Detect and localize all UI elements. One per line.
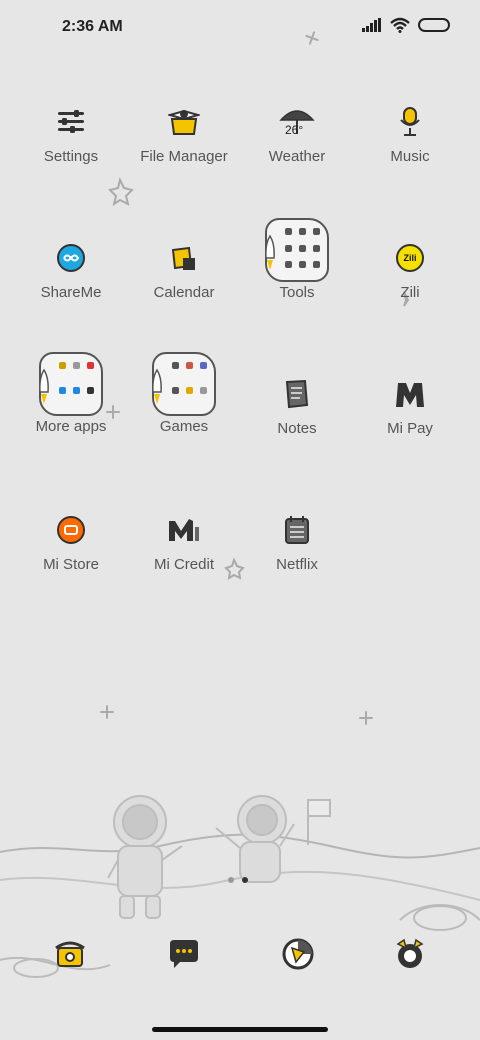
dock-messages[interactable]: [164, 934, 204, 974]
app-notes[interactable]: Notes: [241, 358, 353, 478]
phone-icon: [55, 941, 85, 967]
app-file-manager[interactable]: File Manager: [128, 86, 240, 206]
app-label: Mi Pay: [387, 420, 433, 437]
browser-icon: [282, 938, 314, 970]
app-label: Notes: [277, 420, 317, 437]
dock-camera[interactable]: [390, 934, 430, 974]
app-label: Zili: [400, 284, 420, 301]
page-dot-active[interactable]: [242, 877, 248, 883]
app-music[interactable]: Music: [354, 86, 466, 206]
app-settings[interactable]: Settings: [15, 86, 127, 206]
svg-text:Zili: Zili: [404, 253, 417, 263]
folder-icon: [148, 348, 220, 420]
status-icons: [362, 17, 450, 33]
battery-icon: [418, 18, 450, 32]
app-label: Calendar: [153, 284, 215, 301]
app-label: Weather: [268, 148, 326, 165]
rocket-icon: [39, 368, 49, 404]
page-indicator[interactable]: [228, 877, 248, 883]
page-dot[interactable]: [228, 877, 234, 883]
app-netflix[interactable]: Netflix: [241, 494, 353, 614]
app-label: ShareMe: [40, 284, 102, 301]
rocket-icon: [265, 234, 275, 270]
folder-games[interactable]: Games: [128, 344, 240, 464]
dock-phone[interactable]: [50, 934, 90, 974]
app-zili[interactable]: Zili Zili: [354, 222, 466, 342]
app-calendar[interactable]: Calendar: [128, 222, 240, 342]
app-label: Tools: [279, 284, 315, 301]
folder-icon: [35, 348, 107, 420]
app-label: Settings: [43, 148, 99, 165]
app-label: Music: [390, 148, 430, 165]
app-label: Mi Store: [43, 556, 99, 573]
folder-tools[interactable]: Tools: [241, 208, 353, 328]
app-weather[interactable]: 26° Weather: [241, 86, 353, 206]
folder-more-apps[interactable]: More apps: [15, 344, 127, 464]
app-mi-store[interactable]: Mi Store: [15, 494, 127, 614]
app-label: File Manager: [140, 148, 228, 165]
status-bar: 2:36 AM: [0, 0, 480, 56]
app-label: Mi Credit: [153, 556, 214, 573]
app-shareme[interactable]: ShareMe: [15, 222, 127, 342]
app-mi-credit[interactable]: Mi Credit: [128, 494, 240, 614]
camera-icon: [396, 938, 424, 968]
rocket-icon: [152, 368, 162, 404]
app-label: Netflix: [276, 556, 318, 573]
app-label: Games: [159, 418, 209, 435]
weather-temp: 26°: [285, 123, 303, 137]
messages-icon: [170, 940, 198, 968]
wifi-icon: [390, 17, 410, 33]
app-mi-pay[interactable]: Mi Pay: [354, 358, 466, 478]
dock-browser[interactable]: [278, 934, 318, 974]
folder-icon: [261, 214, 333, 286]
status-time: 2:36 AM: [62, 18, 123, 35]
signal-icon: [362, 18, 381, 32]
gesture-bar[interactable]: [152, 1027, 328, 1032]
app-label: More apps: [35, 418, 107, 435]
